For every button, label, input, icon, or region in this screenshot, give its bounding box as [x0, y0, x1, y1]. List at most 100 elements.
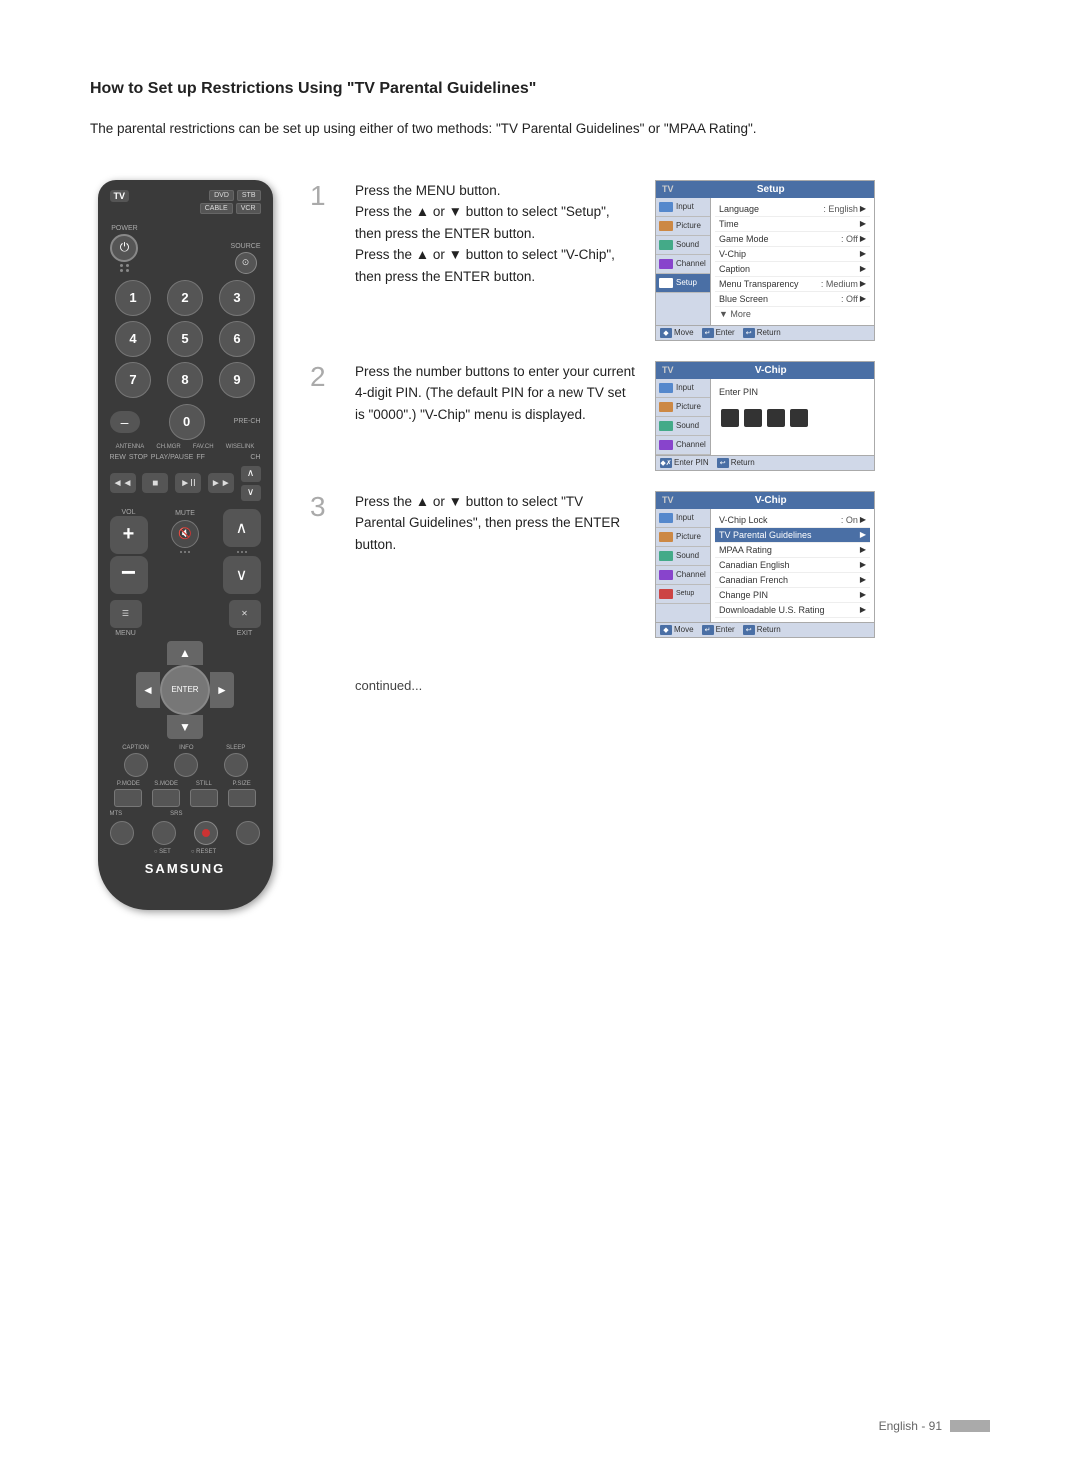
sleep-label: SLEEP — [226, 745, 245, 751]
dpad-up-button[interactable]: ▲ — [167, 641, 203, 665]
continued-text: continued... — [355, 678, 990, 693]
cdn-english-label: Canadian English — [719, 560, 790, 570]
vchip-return-btn: ↩ Return — [743, 625, 781, 635]
menu-transparency: Menu Transparency : Medium ▶ — [715, 277, 870, 292]
vchip-enter-icon: ↵ — [702, 625, 714, 635]
dpad-down-button[interactable]: ▼ — [167, 715, 203, 739]
num-8-button[interactable]: 8 — [167, 362, 203, 398]
still-button[interactable] — [190, 789, 218, 807]
setup-bottom-bar: ◆ Move ↵ Enter ↩ Return — [656, 325, 874, 340]
caption-info-sleep-row: CAPTION INFO SLEEP — [110, 745, 261, 777]
vchip-menu-sidebar: Input Picture Sound — [656, 509, 711, 622]
pin-dots-area — [715, 401, 870, 435]
vcr-button[interactable]: VCR — [236, 203, 261, 214]
ff-button[interactable]: ►► — [208, 473, 234, 493]
menu-game-mode: Game Mode : Off ▶ — [715, 232, 870, 247]
sidebar-input: Input — [656, 198, 710, 217]
transparency-label: Menu Transparency — [719, 279, 799, 289]
num-6-button[interactable]: 6 — [219, 321, 255, 357]
sleep-button[interactable] — [224, 753, 248, 777]
num-9-button[interactable]: 9 — [219, 362, 255, 398]
remote-top-section: TV DVD STB CABLE VCR — [110, 190, 261, 214]
mts-button[interactable] — [110, 821, 134, 845]
num-4-button[interactable]: 4 — [115, 321, 151, 357]
menu-exit-row: ☰ MENU ✕ EXIT — [110, 600, 261, 637]
step-2: 2 Press the number buttons to enter your… — [310, 361, 990, 471]
step-1: 1 Press the MENU button. Press the ▲ or … — [310, 180, 990, 341]
vchip-menu-screen: TV V-Chip Input — [655, 491, 875, 638]
setup-menu-content: Language : English ▶ Time ▶ — [711, 198, 874, 325]
extra-button-1[interactable] — [236, 821, 260, 845]
play-pause-button[interactable]: ►II — [175, 473, 201, 493]
downloadable-arrow: ▶ — [860, 605, 866, 614]
step-3-number: 3 — [310, 493, 335, 521]
num-3-button[interactable]: 3 — [219, 280, 255, 316]
vol-down-ch-down-row: − ∨ — [110, 556, 261, 594]
menu-change-pin: Change PIN ▶ — [715, 588, 870, 603]
change-pin-label: Change PIN — [719, 590, 768, 600]
stb-button[interactable]: STB — [237, 190, 261, 201]
move-btn-indicator: ◆ Move — [660, 328, 694, 338]
transparency-value: : Medium — [821, 279, 858, 289]
mute-label: MUTE — [175, 510, 195, 517]
dvd-button[interactable]: DVD — [209, 190, 234, 201]
psize-label: P.SIZE — [233, 781, 251, 787]
dpad-left-button[interactable]: ◄ — [136, 672, 160, 708]
footer-text: English - 91 — [879, 1419, 942, 1433]
game-mode-value: : Off — [841, 234, 858, 244]
num-7-button[interactable]: 7 — [115, 362, 151, 398]
rew-button[interactable]: ◄◄ — [110, 473, 136, 493]
menu-button[interactable]: ☰ — [110, 600, 142, 628]
smode-button[interactable] — [152, 789, 180, 807]
vol-up-button[interactable]: + — [110, 516, 148, 554]
vchip-menu-sound: Sound — [656, 547, 710, 566]
page-footer: English - 91 — [879, 1419, 990, 1433]
vm-setup-label: Setup — [676, 590, 694, 597]
stop-button[interactable]: ■ — [142, 473, 168, 493]
info-button[interactable] — [174, 753, 198, 777]
dpad-enter-button[interactable]: ENTER — [160, 665, 210, 715]
num-1-button[interactable]: 1 — [115, 280, 151, 316]
move-label: Move — [674, 328, 694, 337]
game-mode-label: Game Mode — [719, 234, 769, 244]
source-button[interactable]: ⊙ — [235, 252, 257, 274]
dash-button[interactable]: – — [110, 411, 140, 433]
record-button[interactable] — [194, 821, 218, 845]
playpause-label: PLAY/PAUSE — [151, 454, 194, 461]
vchip-pin-title: V-Chip — [755, 365, 787, 376]
cable-button[interactable]: CABLE — [200, 203, 233, 214]
caption-button[interactable] — [124, 753, 148, 777]
num-5-button[interactable]: 5 — [167, 321, 203, 357]
vchip-sidebar-picture: Picture — [656, 398, 710, 417]
return-pin-btn-indicator: ↩ Return — [717, 458, 755, 468]
caption-label: CAPTION — [122, 745, 149, 751]
vchip-move-label: Move — [674, 625, 694, 634]
ch-down-small-button[interactable]: ∨ — [241, 485, 261, 501]
pmode-button[interactable] — [114, 789, 142, 807]
caption-menu-label: Caption — [719, 264, 750, 274]
psize-button[interactable] — [228, 789, 256, 807]
vol-ch-row: VOL + MUTE 🔇 ∧ — [110, 507, 261, 556]
reset-label: ○ RESET — [191, 849, 216, 855]
exit-button[interactable]: ✕ — [229, 600, 261, 628]
num-2-button[interactable]: 2 — [167, 280, 203, 316]
cdn-french-label: Canadian French — [719, 575, 788, 585]
power-button[interactable]: ⏻ — [110, 234, 138, 262]
vol-down-button[interactable]: − — [110, 556, 148, 594]
vchip-picture-label: Picture — [676, 402, 701, 411]
tv-mode-button[interactable]: TV — [110, 190, 130, 202]
vm-picture-label: Picture — [676, 532, 701, 541]
menu-language: Language : English ▶ — [715, 202, 870, 217]
num-0-button[interactable]: 0 — [169, 404, 205, 440]
sidebar-picture: Picture — [656, 217, 710, 236]
ch-down-button[interactable]: ∨ — [223, 556, 261, 594]
dpad-middle: ◄ ENTER ► — [136, 665, 234, 715]
ch-up-button[interactable]: ∧ — [223, 509, 261, 547]
vm-input-label: Input — [676, 513, 694, 522]
ch-up-small-button[interactable]: ∧ — [241, 466, 261, 482]
vchip-pin-header: TV V-Chip — [656, 362, 874, 379]
set-reset-row: ○ SET ○ RESET — [110, 849, 261, 855]
srs-button[interactable] — [152, 821, 176, 845]
dpad-right-button[interactable]: ► — [210, 672, 234, 708]
mute-button[interactable]: 🔇 — [171, 520, 199, 548]
